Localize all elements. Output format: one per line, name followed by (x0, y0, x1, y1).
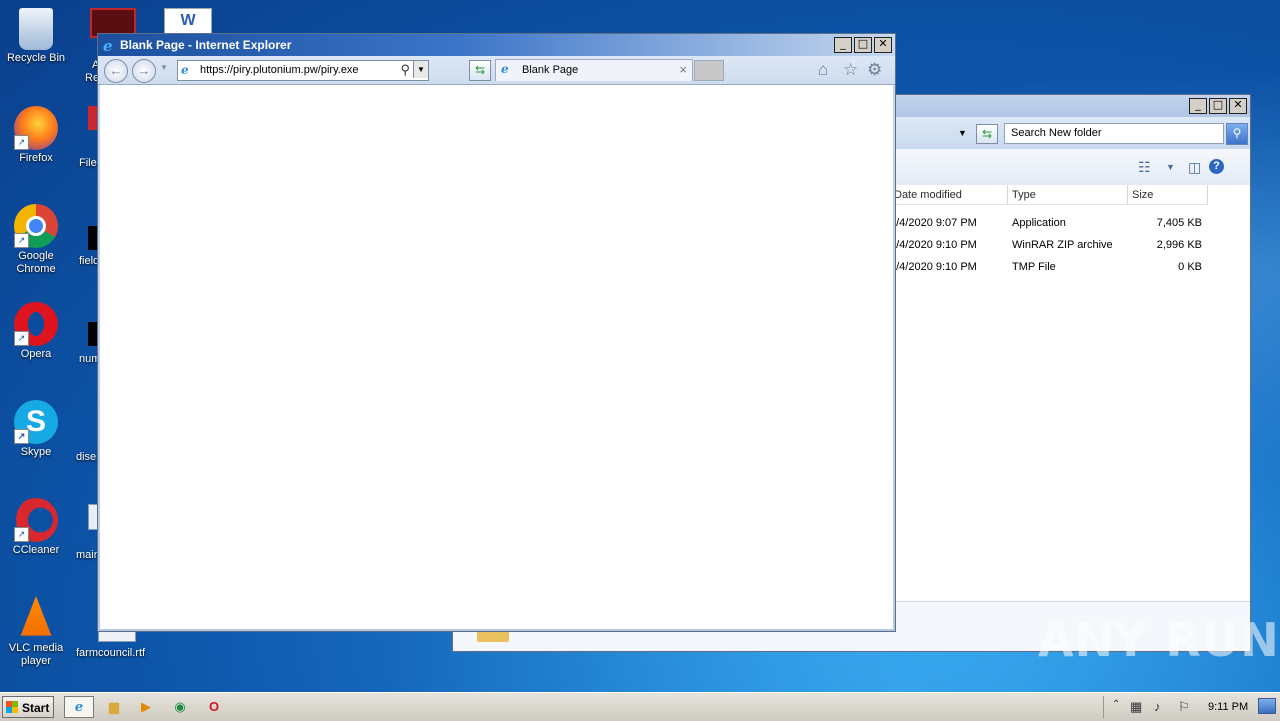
desktop-icon-label: CCleaner (12, 544, 60, 556)
search-input[interactable]: Search New folder (1004, 123, 1224, 144)
ccleaner-icon: ↗ (14, 498, 58, 542)
desktop-icon-opera[interactable]: ↗ Opera (0, 302, 72, 361)
desktop-icon-skype[interactable]: S ↗ Skype (0, 400, 72, 459)
chevron-down-icon[interactable]: ▼ (958, 128, 967, 138)
internet-explorer-icon: e (103, 37, 113, 55)
chrome-icon: ↗ (14, 204, 58, 248)
file-type: WinRAR ZIP archive (1012, 239, 1113, 251)
desktop-icon-label-cropped: dise (76, 451, 97, 463)
minimize-button[interactable]: _ (1189, 98, 1207, 114)
taskbar-media-player-icon[interactable]: ▶ (134, 696, 158, 718)
back-button[interactable]: ← (104, 59, 128, 83)
taskbar-opera-icon[interactable]: O (202, 696, 226, 718)
tab-favicon-icon: e (501, 62, 509, 76)
desktop-icon-label: Google Chrome (16, 250, 56, 275)
maximize-button[interactable]: □ (854, 37, 872, 53)
desktop-icon-label: Skype (20, 446, 52, 458)
file-type: Application (1012, 217, 1066, 229)
taskbar: Start e ▆ ▶ ◉ O ⌃ ▦ ♪ ⚐ 9:11 PM (0, 692, 1280, 721)
desktop-icon-label: Firefox (19, 152, 53, 164)
refresh-button[interactable]: ⇆ (469, 60, 491, 81)
shortcut-arrow-icon: ↗ (14, 331, 29, 346)
shortcut-arrow-icon: ↗ (14, 527, 29, 542)
vlc-cone-icon (20, 596, 52, 636)
volume-icon[interactable]: ♪ (1154, 699, 1161, 714)
view-options-icon[interactable]: ☷ (1138, 159, 1151, 176)
firefox-icon: ↗ (14, 106, 58, 150)
address-url: https://piry.plutonium.pw/piry.exe (200, 64, 359, 76)
desktop-icon-google-chrome[interactable]: ↗ Google Chrome (0, 204, 72, 276)
start-label: Start (22, 701, 50, 715)
file-type: TMP File (1012, 261, 1056, 273)
file-date: 2/4/2020 9:10 PM (890, 261, 977, 273)
file-date: 2/4/2020 9:07 PM (890, 217, 977, 229)
desktop-icon-label: Opera (20, 348, 52, 360)
start-button[interactable]: Start (2, 696, 54, 718)
taskbar-chrome-icon[interactable]: ◉ (168, 696, 192, 718)
desktop-icon-label: Recycle Bin (6, 52, 66, 64)
ie-window-buttons: _ □ ✕ (834, 37, 892, 53)
page-content[interactable] (100, 85, 893, 629)
shortcut-arrow-icon: ↗ (14, 135, 29, 150)
column-header-date-modified[interactable]: Date modified (890, 185, 1008, 205)
search-icon[interactable]: ⚲ (1226, 123, 1248, 145)
site-favicon-icon: e (181, 63, 189, 77)
explorer-window-buttons: _ □ ✕ (1189, 98, 1247, 114)
desktop-icon-label-cropped: File (79, 157, 97, 169)
address-dropdown-icon[interactable]: ▼ (413, 61, 428, 78)
desktop-icon-firefox[interactable]: ↗ Firefox (0, 106, 72, 165)
shortcut-arrow-icon: ↗ (14, 429, 29, 444)
skype-icon: S ↗ (14, 400, 58, 444)
chevron-down-icon[interactable]: ▼ (1166, 162, 1175, 172)
taskbar-internet-explorer-icon[interactable]: e (64, 696, 94, 718)
taskbar-explorer-folder-icon[interactable]: ▆ (102, 696, 126, 718)
desktop-icon-label: VLC media player (8, 642, 64, 667)
file-size: 0 KB (1178, 261, 1202, 273)
window-title: Blank Page - Internet Explorer (120, 38, 292, 52)
new-tab-button[interactable] (694, 60, 724, 81)
close-button[interactable]: ✕ (874, 37, 892, 53)
desktop-icon-ccleaner[interactable]: ↗ CCleaner (0, 498, 72, 557)
column-header-type[interactable]: Type (1008, 185, 1128, 205)
ie-navigation-bar: ← → ▼ e https://piry.plutonium.pw/piry.e… (98, 56, 895, 85)
refresh-button[interactable]: ⇆ (976, 124, 998, 144)
maximize-button[interactable]: □ (1209, 98, 1227, 114)
internet-explorer-window[interactable]: e Blank Page - Internet Explorer _ □ ✕ ←… (97, 33, 896, 632)
anyrun-watermark: ANY RUN (1038, 613, 1280, 667)
tab-blank-page[interactable]: e Blank Page × (495, 59, 693, 81)
desktop-icon-label-cropped: farmcouncil.rtf (76, 647, 146, 659)
desktop-icon-recycle-bin[interactable]: Recycle Bin (0, 8, 72, 65)
clock[interactable]: 9:11 PM (1208, 701, 1248, 713)
file-date: 2/4/2020 9:10 PM (890, 239, 977, 251)
favorites-star-icon[interactable]: ☆ (843, 60, 858, 80)
search-placeholder: Search New folder (1011, 127, 1102, 139)
tab-title: Blank Page (522, 64, 579, 76)
close-button[interactable]: ✕ (1229, 98, 1247, 114)
action-center-flag-icon[interactable]: ⚐ (1178, 699, 1190, 715)
minimize-button[interactable]: _ (834, 37, 852, 53)
gear-icon[interactable]: ⚙ (867, 60, 882, 80)
opera-icon: ↗ (14, 302, 58, 346)
address-bar[interactable]: e https://piry.plutonium.pw/piry.exe ⚲ ▼ (177, 60, 429, 81)
show-desktop-icon[interactable] (1258, 698, 1276, 714)
preview-pane-icon[interactable]: ◫ (1188, 159, 1201, 176)
tray-expand-icon[interactable]: ⌃ (1112, 699, 1120, 710)
recent-pages-dropdown-icon[interactable]: ▼ (160, 63, 168, 72)
network-icon[interactable]: ▦ (1130, 699, 1142, 715)
help-icon[interactable]: ? (1209, 159, 1224, 174)
column-header-size[interactable]: Size (1128, 185, 1208, 205)
ie-title-bar[interactable]: e Blank Page - Internet Explorer _ □ ✕ (98, 34, 895, 56)
word-document-icon[interactable]: W (164, 8, 212, 36)
search-icon[interactable]: ⚲ (400, 62, 410, 78)
forward-button[interactable]: → (132, 59, 156, 83)
tab-close-icon[interactable]: × (679, 62, 687, 77)
file-size: 2,996 KB (1156, 239, 1202, 251)
windows-logo-icon-lower (6, 707, 18, 713)
recycle-bin-icon (19, 8, 53, 50)
desktop-icon-vlc[interactable]: VLC media player (0, 596, 72, 668)
shortcut-arrow-icon: ↗ (14, 233, 29, 248)
file-size: 7,405 KB (1156, 217, 1202, 229)
home-icon[interactable]: ⌂ (818, 60, 828, 80)
